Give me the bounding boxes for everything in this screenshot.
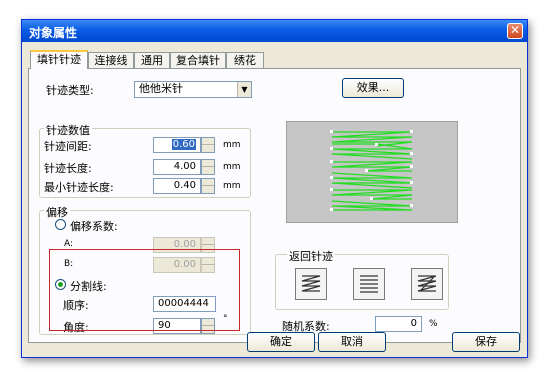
return-mode-3-button[interactable]	[411, 268, 443, 300]
title-bar[interactable]: 对象属性 ✕	[22, 20, 527, 42]
close-icon: ✕	[509, 23, 521, 37]
a-label: A:	[64, 239, 74, 249]
save-button[interactable]: 保存	[452, 332, 520, 352]
ok-button[interactable]: 确定	[247, 332, 315, 352]
min-length-stepper[interactable]	[201, 178, 215, 194]
stitch-preview-drawing	[330, 130, 413, 211]
return-mode-2-button[interactable]	[353, 268, 385, 300]
spacing-unit: mm	[223, 140, 241, 150]
stitch-type-select[interactable]: 他他米针 ▼	[134, 81, 252, 98]
offset-title: 偏移	[44, 204, 70, 220]
length-unit: mm	[223, 162, 241, 172]
offset-coef-radio[interactable]	[55, 219, 66, 230]
zigzag-diagonal-icon	[417, 275, 437, 292]
tab-fill-stitch[interactable]: 填针针迹	[30, 50, 88, 69]
stitch-type-label: 针迹类型:	[46, 84, 94, 97]
return-stitch-title: 返回针迹	[287, 248, 335, 264]
close-button[interactable]: ✕	[507, 23, 523, 39]
cancel-button[interactable]: 取消	[318, 332, 386, 352]
chevron-down-icon: ▼	[237, 82, 251, 97]
highlight-annotation-box	[49, 249, 240, 331]
min-length-label: 最小针迹长度:	[44, 181, 114, 194]
window-title: 对象属性	[29, 26, 78, 40]
tab-embroidery[interactable]: 绣花	[226, 52, 264, 68]
spacing-input[interactable]: 0.60	[153, 137, 201, 153]
random-unit: %	[429, 319, 438, 329]
length-input[interactable]: 4.00	[153, 159, 201, 175]
length-stepper[interactable]	[201, 159, 215, 175]
min-length-input[interactable]: 0.40	[153, 178, 201, 194]
tab-connect-line[interactable]: 连接线	[88, 52, 134, 68]
length-label: 针迹长度:	[44, 162, 92, 175]
stitch-preview	[286, 121, 458, 223]
offset-coef-label: 偏移系数:	[70, 220, 118, 233]
parallel-lines-icon	[360, 275, 378, 293]
min-length-unit: mm	[223, 181, 241, 191]
tab-general[interactable]: 通用	[134, 52, 170, 68]
effect-button[interactable]: 效果...	[342, 78, 404, 98]
return-mode-1-button[interactable]	[295, 268, 327, 300]
tab-compound-fill[interactable]: 复合填针	[170, 52, 226, 68]
zigzag-left-icon	[301, 275, 321, 292]
stitch-type-value: 他他米针	[139, 82, 183, 95]
spacing-stepper[interactable]	[201, 137, 215, 153]
stitch-values-title: 针迹数值	[44, 122, 92, 138]
random-input[interactable]: 0	[375, 316, 422, 332]
spacing-label: 针迹间距:	[44, 140, 92, 153]
